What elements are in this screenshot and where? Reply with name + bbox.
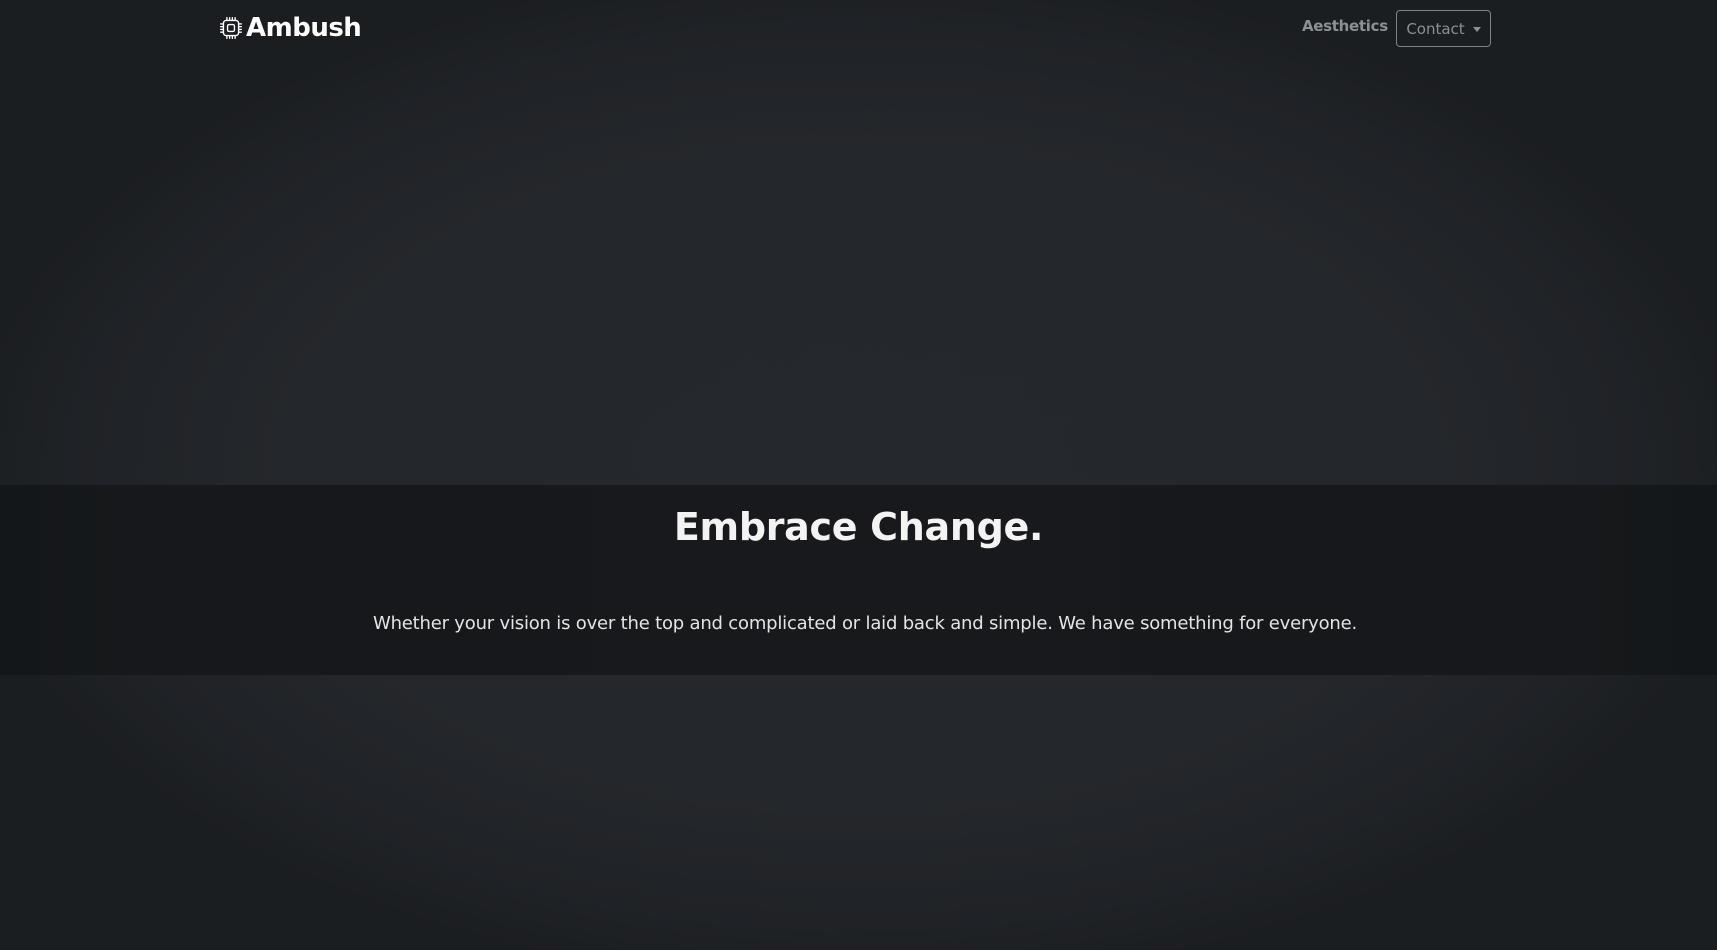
brand-name: Ambush xyxy=(246,13,362,43)
hero-headline: Embrace Change. xyxy=(673,505,1044,549)
contact-dropdown-label: Contact xyxy=(1406,19,1465,38)
brand-link[interactable]: Ambush xyxy=(220,11,362,45)
hero-lead: Whether your vision is over the top and … xyxy=(372,613,1358,634)
navbar: Ambush Aesthetics Contact xyxy=(0,0,1717,58)
contact-dropdown-button[interactable]: Contact xyxy=(1396,10,1491,47)
nav-link-aesthetics[interactable]: Aesthetics xyxy=(1302,17,1388,35)
cpu-chip-icon xyxy=(220,17,242,39)
caret-down-icon xyxy=(1472,26,1481,32)
